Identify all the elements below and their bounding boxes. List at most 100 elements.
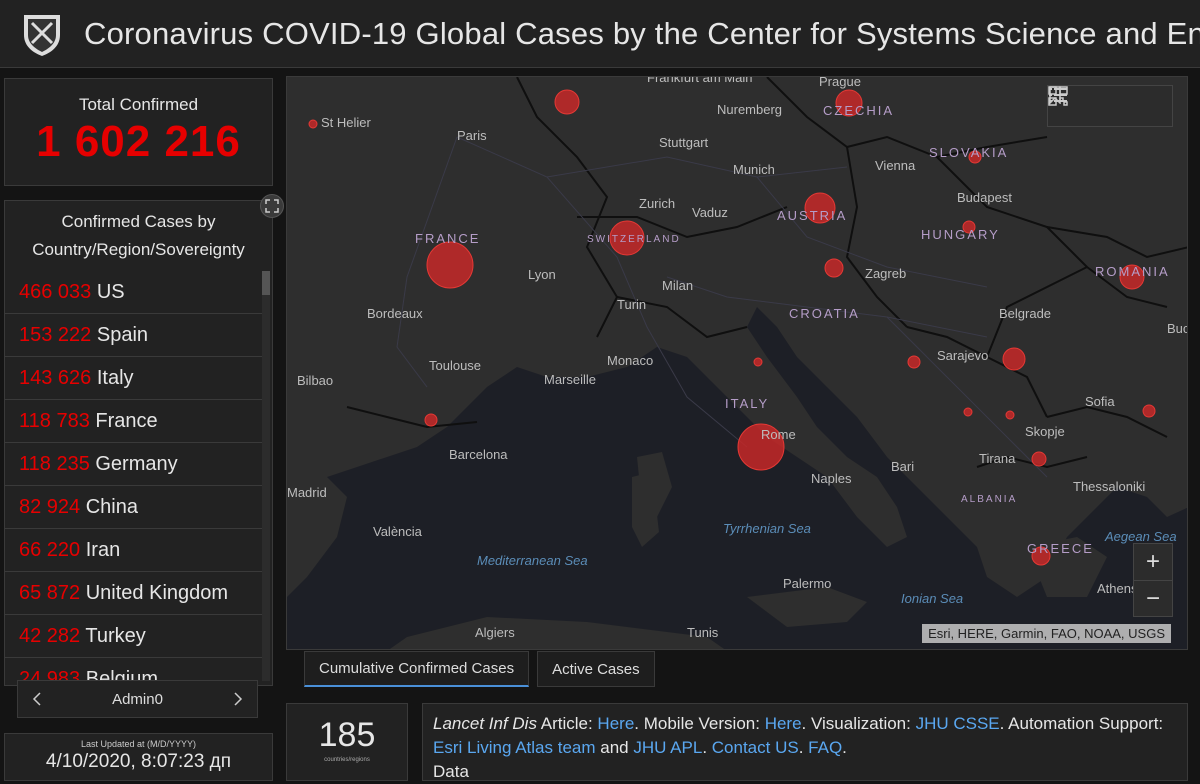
map-country-label: GREECE <box>1027 541 1094 556</box>
list-item[interactable]: 82 924 China <box>5 486 263 529</box>
country-name: United Kingdom <box>85 582 229 604</box>
case-count: 82 924 <box>19 496 81 518</box>
list-item[interactable]: 466 033 US <box>5 271 263 314</box>
country-list[interactable]: 466 033 US 153 222 Spain 143 626 Italy 1… <box>5 271 263 685</box>
qr-icon[interactable] <box>1048 86 1163 118</box>
case-count: 143 626 <box>19 367 92 389</box>
total-confirmed-panel: Total Confirmed 1 602 216 <box>4 78 273 186</box>
country-name: Germany <box>95 453 178 475</box>
map-label: Palermo <box>783 576 831 591</box>
chevron-left-icon[interactable] <box>28 690 46 708</box>
map-country-label: SLOVAKIA <box>929 145 1008 160</box>
case-count: 66 220 <box>19 539 81 561</box>
list-item[interactable]: 118 783 France <box>5 400 263 443</box>
list-item[interactable]: 153 222 Spain <box>5 314 263 357</box>
map-country-label: HUNGARY <box>921 227 1000 242</box>
map-label: Zurich <box>639 196 675 211</box>
map-sea-label: Ionian Sea <box>901 591 963 606</box>
map-label: St Helier <box>321 115 372 130</box>
page-title: Coronavirus COVID-19 Global Cases by the… <box>84 15 1200 51</box>
total-confirmed-value: 1 602 216 <box>36 117 241 166</box>
map-label: Stuttgart <box>659 135 709 150</box>
map-label: Rome <box>761 427 796 442</box>
tab-cumulative-confirmed[interactable]: Cumulative Confirmed Cases <box>304 651 530 687</box>
case-count: 153 222 <box>19 324 92 346</box>
list-item[interactable]: 66 220 Iran <box>5 529 263 572</box>
list-icon[interactable] <box>1049 88 1122 118</box>
map-label: Skopje <box>1025 424 1065 439</box>
faq-link[interactable]: FAQ <box>808 738 842 757</box>
map-attribution: Esri, HERE, Garmin, FAO, NOAA, USGS <box>922 624 1171 643</box>
country-name: China <box>85 496 138 518</box>
map-country-label: CZECHIA <box>823 103 894 118</box>
data-label: Data <box>433 762 469 781</box>
map-country-label: ROMANIA <box>1095 264 1170 279</box>
scrollbar-thumb[interactable] <box>262 271 270 295</box>
map-label: Bucharest <box>1167 321 1188 336</box>
header-bar: Coronavirus COVID-19 Global Cases by the… <box>0 0 1200 68</box>
list-item[interactable]: 118 235 Germany <box>5 443 263 486</box>
chevron-right-icon[interactable] <box>229 690 247 708</box>
zoom-control: + − <box>1133 543 1173 617</box>
country-heading-line1: Confirmed Cases by <box>61 212 216 231</box>
map-label: Tirana <box>979 451 1016 466</box>
jhu-shield-logo <box>24 14 60 56</box>
map-label: Vienna <box>875 158 916 173</box>
case-count: 118 783 <box>19 410 90 432</box>
info-panel: Lancet Inf Dis Article: Here. Mobile Ver… <box>422 703 1188 781</box>
map-label: Monaco <box>607 353 653 368</box>
zoom-out-button[interactable]: − <box>1134 580 1172 616</box>
jhu-apl-link[interactable]: JHU APL <box>633 738 702 757</box>
info-text: . Automation Support: <box>999 714 1164 733</box>
list-item[interactable]: 143 626 Italy <box>5 357 263 400</box>
map-country-label: FRANCE <box>415 231 480 246</box>
info-text: . <box>842 738 847 757</box>
country-list-scrollbar[interactable] <box>262 271 270 681</box>
map-label: Naples <box>811 471 852 486</box>
map-label: Madrid <box>287 485 327 500</box>
map-label: Sofia <box>1085 394 1115 409</box>
country-name: Italy <box>96 367 134 389</box>
map-country-label: ALBANIA <box>961 494 1017 505</box>
map-label: Athens <box>1097 581 1138 596</box>
country-name: US <box>96 281 125 303</box>
country-name: Turkey <box>85 625 146 647</box>
zoom-in-button[interactable]: + <box>1134 544 1172 580</box>
article-link[interactable]: Here <box>597 714 634 733</box>
map-sea-label: Mediterranean Sea <box>477 553 588 568</box>
map-label: Barcelona <box>449 447 508 462</box>
last-updated-label: Last Updated at (M/D/YYYY) <box>80 739 197 749</box>
country-heading-line2: Country/Region/Sovereignty <box>32 240 245 259</box>
map-label: València <box>373 524 423 539</box>
country-list-heading: Confirmed Cases by Country/Region/Sovere… <box>5 208 272 264</box>
case-count: 118 235 <box>19 453 90 475</box>
map-view[interactable]: St Helier Paris Stuttgart Nuremberg Fran… <box>286 76 1188 650</box>
map-canvas[interactable]: St Helier Paris Stuttgart Nuremberg Fran… <box>287 77 1188 650</box>
map-label: Thessaloniki <box>1073 479 1145 494</box>
tab-active-cases[interactable]: Active Cases <box>537 651 655 687</box>
map-label: Algiers <box>475 625 515 640</box>
map-label: Bari <box>891 459 914 474</box>
map-label: Sarajevo <box>937 348 988 363</box>
jhu-csse-link[interactable]: JHU CSSE <box>916 714 1000 733</box>
info-text: Article: <box>536 714 598 733</box>
list-item[interactable]: 65 872 United Kingdom <box>5 572 263 615</box>
case-count: 42 282 <box>19 625 81 647</box>
info-text: . Mobile Version: <box>634 714 765 733</box>
mobile-version-link[interactable]: Here <box>765 714 802 733</box>
country-name: Iran <box>85 539 121 561</box>
map-label: Munich <box>733 162 775 177</box>
info-text: . Visualization: <box>801 714 916 733</box>
map-sea-label: Tyrrhenian Sea <box>723 521 811 536</box>
map-country-label: SWITZERLAND <box>587 234 681 245</box>
expand-icon[interactable] <box>260 194 284 218</box>
map-toolbar <box>1047 85 1173 127</box>
map-country-label: AUSTRIA <box>777 208 847 223</box>
list-item[interactable]: 42 282 Turkey <box>5 615 263 658</box>
esri-team-link[interactable]: Esri Living Atlas team <box>433 738 596 757</box>
contact-link[interactable]: Contact US <box>712 738 799 757</box>
map-label: Frankfurt am Main <box>647 77 752 85</box>
map-label: Nuremberg <box>717 102 782 117</box>
map-country-label: CROATIA <box>789 306 860 321</box>
info-text: and <box>595 738 634 757</box>
